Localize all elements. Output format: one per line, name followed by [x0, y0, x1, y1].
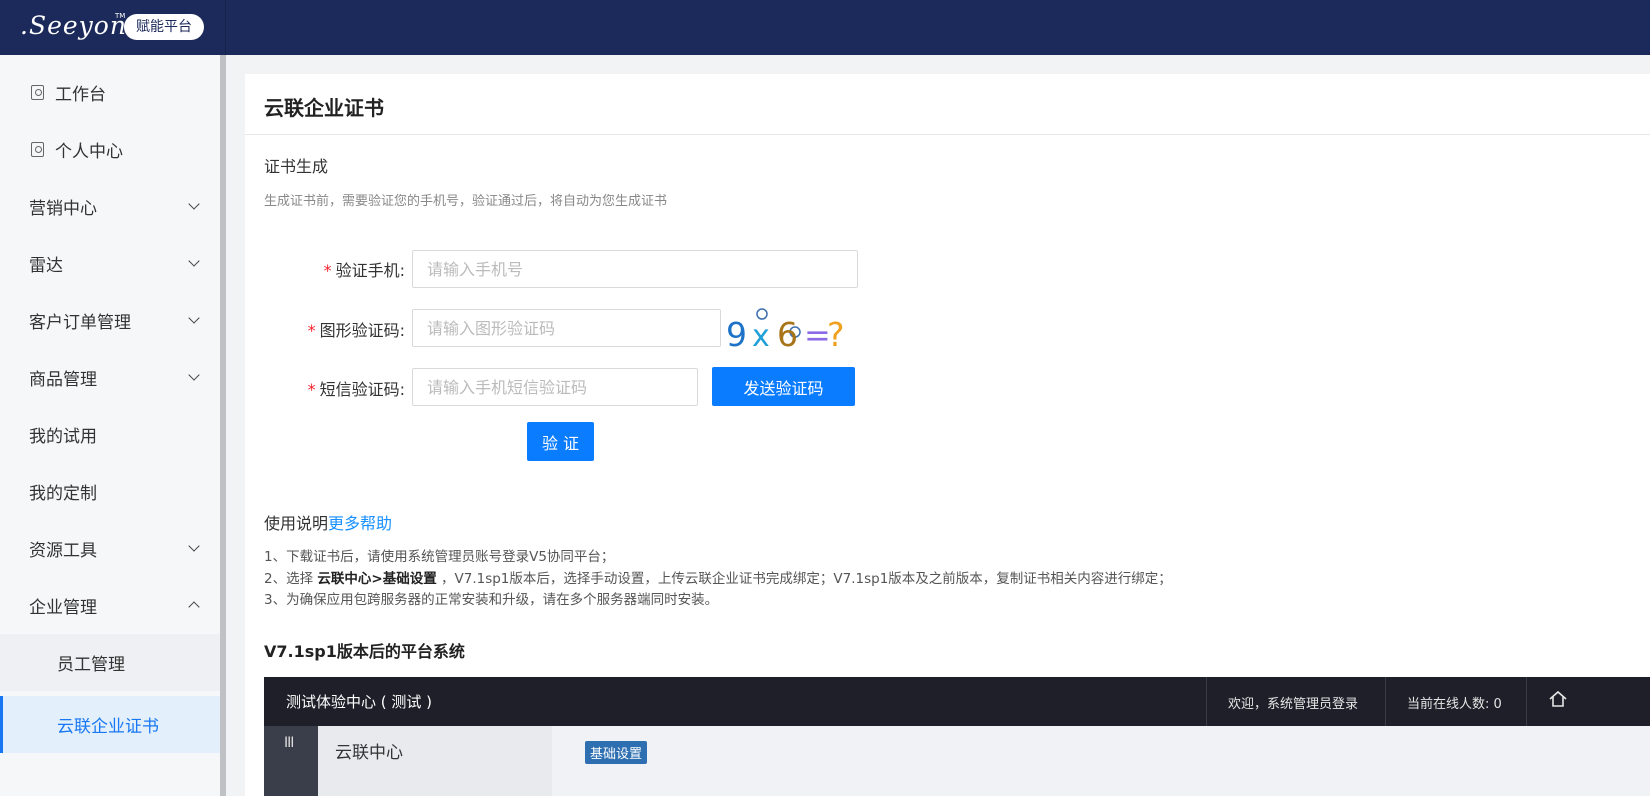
- title-divider: [245, 134, 1650, 135]
- required-mark: *: [323, 261, 332, 280]
- sidebar-item-products[interactable]: 商品管理: [0, 349, 220, 406]
- sidebar-item-label: 企业管理: [29, 598, 97, 618]
- captcha-digit-b: 6: [777, 315, 798, 354]
- verify-button[interactable]: 验 证: [527, 422, 594, 461]
- phone-input[interactable]: [412, 250, 858, 288]
- sidebar-item-label: 我的试用: [29, 427, 97, 447]
- sidebar-item-label: 雷达: [29, 256, 63, 276]
- sidebar-item-resource-tools[interactable]: 资源工具: [0, 520, 220, 577]
- home-icon: [1549, 690, 1567, 707]
- sidebar-item-label: 资源工具: [29, 541, 97, 561]
- platform-heading: V7.1sp1版本后的平台系统: [264, 642, 465, 661]
- sidebar-item-label: 云联企业证书: [57, 717, 159, 737]
- sidebar-item-radar[interactable]: 雷达: [0, 235, 220, 292]
- sidebar-item-marketing[interactable]: 营销中心: [0, 178, 220, 235]
- captcha-label-text: 图形验证码:: [319, 321, 405, 340]
- sidebar-item-label: 员工管理: [57, 655, 125, 675]
- sidebar-item-customer-orders[interactable]: 客户订单管理: [0, 292, 220, 349]
- screenshot-title: 测试体验中心 ( 测试 ): [286, 693, 433, 711]
- workbench-icon: [31, 85, 44, 100]
- screenshot-separator: [1526, 677, 1527, 726]
- screenshot-separator: [1385, 677, 1386, 726]
- section-description: 生成证书前，需要验证您的手机号，验证通过后，将自动为您生成证书: [264, 194, 668, 209]
- sidebar-scrollbar[interactable]: [220, 55, 226, 796]
- section-title: 证书生成: [264, 157, 329, 176]
- screenshot-tab-tag: 基础设置: [585, 741, 648, 764]
- captcha-input[interactable]: [412, 309, 721, 347]
- screenshot-nav-label: 云联中心: [335, 743, 403, 763]
- personal-center-icon: [31, 142, 44, 157]
- usage-line-2: 2、选择 云联中心>基础设置 ，V7.1sp1版本后，选择手动设置，上传云联企业…: [264, 567, 1172, 587]
- sidebar: 工作台 个人中心 营销中心 雷达 客户订单管理 商品管理 我的试用 我的定制 资…: [0, 55, 220, 796]
- usage-title-text: 使用说明: [264, 514, 329, 533]
- send-code-button[interactable]: 发送验证码: [712, 367, 855, 406]
- sidebar-item-enterprise-management[interactable]: 企业管理: [0, 577, 220, 634]
- captcha-image[interactable]: 9 x 6 = ?: [726, 307, 852, 355]
- top-bar: [0, 0, 1650, 55]
- chevron-up-icon: [188, 601, 200, 613]
- chevron-down-icon: [188, 255, 200, 267]
- captcha-label: * 图形验证码:: [245, 317, 405, 341]
- captcha-digit-a: 9: [726, 315, 747, 354]
- platform-badge: 赋能平台: [124, 14, 204, 40]
- main-content: 云联企业证书 证书生成 生成证书前，需要验证您的手机号，验证通过后，将自动为您生…: [245, 74, 1650, 796]
- chevron-down-icon: [188, 369, 200, 381]
- usage-line-2-suffix: ，V7.1sp1版本后，选择手动设置，上传云联企业证书完成绑定；V7.1sp1版…: [436, 571, 1172, 587]
- sidebar-item-personal-center[interactable]: 个人中心: [0, 121, 220, 178]
- sidebar-item-my-trials[interactable]: 我的试用: [0, 406, 220, 463]
- screenshot-separator: [1206, 677, 1207, 726]
- sidebar-item-workbench[interactable]: 工作台: [0, 64, 220, 121]
- logo-trademark: TM: [115, 12, 126, 20]
- required-mark: *: [307, 380, 316, 399]
- usage-line-3: 3、为确保应用包跨服务器的正常安装和升级，请在多个服务器端同时安装。: [264, 592, 719, 608]
- sms-label: * 短信验证码:: [245, 376, 405, 400]
- more-help-link[interactable]: 更多帮助: [328, 514, 392, 533]
- sidebar-item-cloud-certificate[interactable]: 云联企业证书: [0, 696, 220, 753]
- required-mark: *: [307, 321, 316, 340]
- chevron-down-icon: [188, 198, 200, 210]
- sidebar-item-my-customizations[interactable]: 我的定制: [0, 463, 220, 520]
- chevron-down-icon: [188, 312, 200, 324]
- sidebar-item-label: 工作台: [55, 85, 106, 105]
- sidebar-item-label: 营销中心: [29, 199, 97, 219]
- menu-icon: III: [284, 735, 294, 751]
- usage-line-1: 1、下载证书后，请使用系统管理员账号登录V5协同平台；: [264, 549, 615, 565]
- brand-area[interactable]: .Seeyon TM 赋能平台: [0, 0, 226, 55]
- phone-label-text: 验证手机:: [335, 261, 405, 280]
- usage-line-2-path: 云联中心>基础设置: [317, 571, 437, 587]
- usage-line-2-prefix: 2、选择: [264, 571, 318, 587]
- sms-code-input[interactable]: [412, 368, 698, 406]
- sidebar-item-employee-management[interactable]: 员工管理: [0, 634, 220, 691]
- phone-label: * 验证手机:: [245, 257, 405, 281]
- sidebar-item-label: 客户订单管理: [29, 313, 131, 333]
- chevron-down-icon: [188, 540, 200, 552]
- captcha-question: ?: [827, 315, 845, 354]
- sidebar-item-label: 个人中心: [55, 142, 123, 162]
- page-title: 云联企业证书: [264, 96, 384, 120]
- usage-title: 使用说明更多帮助: [264, 510, 392, 534]
- screenshot-online-count: 当前在线人数: 0: [1407, 697, 1502, 712]
- sidebar-item-label: 我的定制: [29, 484, 97, 504]
- screenshot-welcome: 欢迎，系统管理员登录: [1228, 697, 1359, 712]
- seeyon-logo: .Seeyon: [20, 11, 127, 40]
- platform-screenshot: 测试体验中心 ( 测试 ) 欢迎，系统管理员登录 当前在线人数: 0 III 云…: [264, 677, 1650, 796]
- sidebar-item-label: 商品管理: [29, 370, 97, 390]
- sms-label-text: 短信验证码:: [319, 380, 405, 399]
- captcha-operator: x: [752, 319, 770, 354]
